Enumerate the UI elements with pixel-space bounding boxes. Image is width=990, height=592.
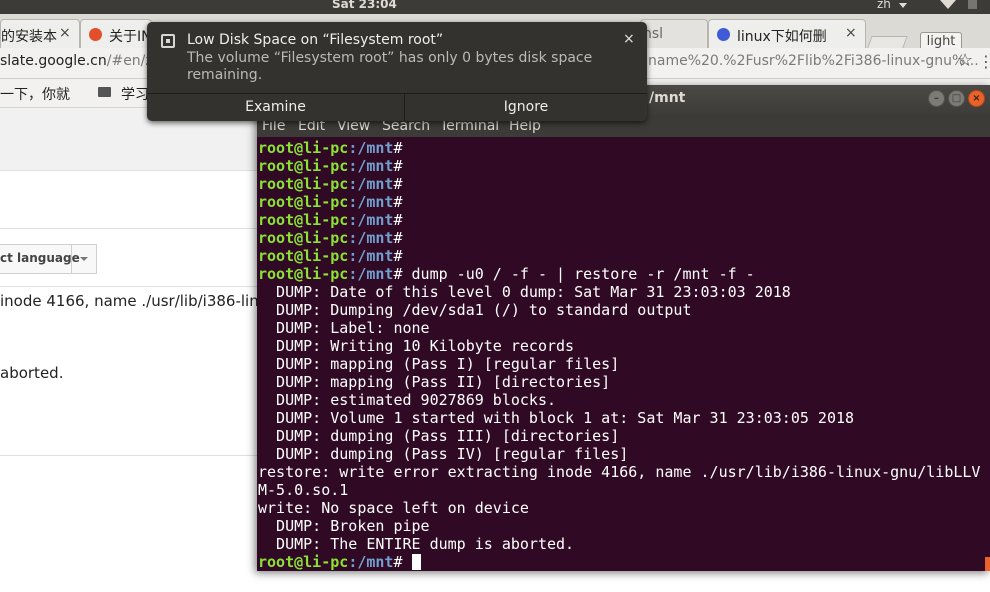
terminal-output-line: DUMP: estimated 9027869 blocks. [258, 391, 557, 409]
keyboard-indicator[interactable]: zh [877, 0, 891, 11]
tab-label: 关于IN [109, 29, 152, 45]
language-select[interactable]: ct language [0, 244, 97, 274]
terminal-output-line: DUMP: dumping (Pass III) [directories] [258, 427, 620, 445]
terminal-title: /mnt [649, 90, 686, 106]
browser-tab[interactable]: 关于IN [80, 19, 152, 48]
terminal-line: root@li-pc:/mnt# [258, 211, 403, 229]
tab-label: 的安装本 [1, 29, 57, 45]
notification-title: Low Disk Space on “Filesystem root” [187, 32, 444, 48]
divider [0, 455, 260, 456]
examine-button[interactable]: Examine [147, 94, 404, 121]
terminal-line: root@li-pc:/mnt# [258, 175, 403, 193]
bookmark-folder[interactable]: 学习 [121, 84, 149, 104]
terminal-line: root@li-pc:/mnt# [258, 157, 403, 175]
terminal-output-line: DUMP: Date of this level 0 dump: Sat Mar… [258, 283, 791, 301]
folder-icon [98, 87, 111, 97]
low-disk-notification: Low Disk Space on “Filesystem root” The … [147, 22, 647, 121]
terminal-line: root@li-pc:/mnt# [258, 139, 403, 157]
bookmark-item[interactable]: 一下，你就 [0, 84, 70, 104]
maximize-button[interactable]: □ [948, 90, 965, 107]
terminal-command-line: root@li-pc:/mnt# dump -u0 / -f - | resto… [258, 265, 755, 283]
tab-label: linux下如何删 [737, 29, 827, 45]
url-text[interactable]: slate.google.cn/#en/zh [0, 53, 162, 69]
divider [0, 228, 260, 229]
terminal-output-line: write: No space left on device [258, 499, 529, 517]
terminal-output-line: DUMP: mapping (Pass I) [regular files] [258, 355, 620, 373]
terminal-line: root@li-pc:/mnt# [258, 247, 403, 265]
terminal-output-line: M-5.0.so.1 [258, 481, 349, 499]
terminal-output-line: DUMP: Dumping /dev/sda1 (/) to standard … [258, 301, 692, 319]
terminal-line: root@li-pc:/mnt# [258, 229, 403, 247]
terminal-window[interactable]: – □ × File Edit View Search Terminal Hel… [257, 85, 990, 571]
terminal-output-line: DUMP: Volume 1 started with block 1 at: … [258, 409, 855, 427]
terminal-output-line: DUMP: Label: none [258, 319, 430, 337]
notification-body: The volume “Filesystem root” has only 0 … [187, 50, 593, 83]
text-cursor [411, 554, 421, 570]
terminal-output-line: DUMP: dumping (Pass IV) [regular files] [258, 445, 629, 463]
close-window-button[interactable]: × [968, 90, 985, 107]
browser-tab[interactable]: linux下如何删 × [708, 19, 866, 48]
terminal-output-line: DUMP: Writing 10 Kilobyte records [258, 337, 575, 355]
language-select-label: ct language [0, 251, 80, 265]
terminal-prompt-line: root@li-pc:/mnt# [258, 553, 421, 571]
terminal-output-line: DUMP: The ENTIRE dump is aborted. [258, 535, 575, 553]
top-panel: Sat 23:04 zh [0, 0, 990, 14]
browser-tab[interactable]: 的安装本 × [0, 19, 80, 48]
browser-tab[interactable]: nsl [640, 19, 708, 48]
close-icon[interactable]: × [59, 25, 71, 41]
url-text-continued[interactable]: name%20.%2Fusr%2Flib%2Fi386-linux-gnu%..… [648, 53, 979, 69]
terminal-output-line: DUMP: Broken pipe [258, 517, 430, 535]
terminal-output-line: DUMP: mapping (Pass II) [directories] [258, 373, 611, 391]
source-text-line[interactable]: inode 4166, name ./usr/lib/i386-linux- [0, 292, 283, 310]
close-icon[interactable]: × [623, 31, 635, 47]
bookmark-star-icon[interactable]: ☆ [957, 50, 973, 71]
baidu-paw-icon [717, 28, 730, 41]
close-icon[interactable]: × [845, 25, 857, 41]
scroll-indicator [985, 557, 990, 571]
chevron-down-icon[interactable] [899, 3, 907, 8]
clock[interactable]: Sat 23:04 [332, 0, 397, 11]
menu-icon[interactable]: ⋮ [978, 52, 990, 71]
terminal-screen[interactable]: root@li-pc:/mnt# root@li-pc:/mnt# root@l… [257, 138, 990, 571]
site-favicon-icon [89, 28, 102, 41]
volume-icon[interactable] [968, 0, 977, 9]
divider [71, 245, 72, 273]
source-text-line[interactable]: aborted. [0, 364, 63, 382]
disk-icon [161, 34, 175, 48]
divider [0, 286, 260, 287]
chevron-down-icon[interactable] [80, 257, 88, 261]
ignore-button[interactable]: Ignore [405, 94, 647, 121]
minimize-button[interactable]: – [928, 90, 945, 107]
wifi-icon[interactable] [940, 0, 956, 9]
terminal-output-line: restore: write error extracting inode 41… [258, 463, 981, 481]
terminal-line: root@li-pc:/mnt# [258, 193, 403, 211]
